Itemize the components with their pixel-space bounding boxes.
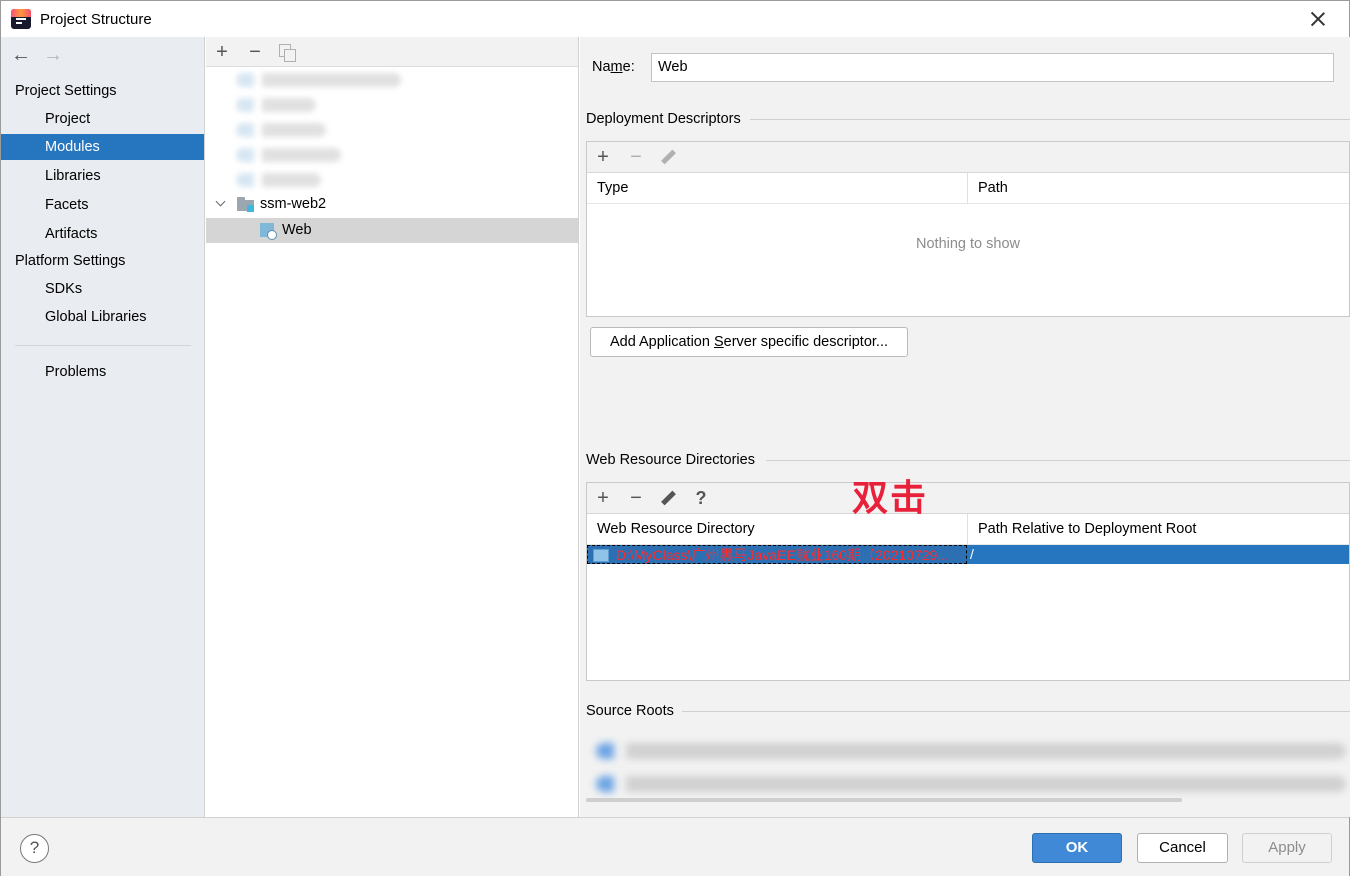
intellij-app-icon (11, 9, 31, 29)
help-icon[interactable]: ? (692, 487, 710, 509)
column-header-type[interactable]: Type (587, 173, 628, 204)
tree-item-web-facet[interactable]: Web (206, 218, 578, 243)
web-resource-directories-heading: Web Resource Directories (586, 452, 763, 468)
copy-icon[interactable] (279, 44, 296, 62)
double-click-annotation: 双击 (852, 477, 929, 518)
chevron-down-icon[interactable] (216, 198, 226, 208)
dialog-footer: ? OK Cancel Apply (1, 817, 1349, 876)
settings-sidebar: ← → Project Settings Project Modules Lib… (1, 37, 205, 817)
group-divider (680, 711, 1350, 712)
group-divider (750, 119, 1350, 120)
relative-path-cell[interactable]: / (970, 545, 974, 564)
sidebar-item-facets[interactable]: Facets (1, 192, 204, 218)
sidebar-item-problems[interactable]: Problems (1, 359, 204, 385)
add-icon[interactable]: + (211, 41, 233, 63)
cancel-button[interactable]: Cancel (1137, 833, 1228, 863)
ok-button[interactable]: OK (1032, 833, 1122, 863)
tree-item-blurred[interactable] (236, 123, 326, 137)
wr-toolbar: + − ? (587, 483, 1349, 514)
add-icon[interactable]: + (592, 487, 614, 509)
source-root-blurred[interactable] (596, 743, 1346, 759)
folder-icon (593, 549, 609, 562)
source-roots-heading: Source Roots (586, 703, 682, 719)
web-resource-directories-table: + − ? Web Resource Directory Path Relati… (586, 482, 1350, 681)
sidebar-item-project[interactable]: Project (1, 106, 204, 132)
column-header-web-resource-directory[interactable]: Web Resource Directory (587, 514, 755, 545)
tree-item-blurred[interactable] (236, 73, 401, 87)
remove-icon[interactable]: − (625, 487, 647, 509)
sidebar-item-libraries[interactable]: Libraries (1, 163, 204, 189)
horizontal-scrollbar[interactable] (586, 798, 1182, 802)
sidebar-item-artifacts[interactable]: Artifacts (1, 221, 204, 247)
sidebar-divider (15, 345, 191, 346)
empty-state-text: Nothing to show (916, 236, 1020, 252)
remove-icon[interactable]: − (625, 146, 647, 168)
project-structure-dialog: Project Structure ← → Project Settings P… (0, 0, 1350, 876)
title-bar: Project Structure (1, 1, 1349, 37)
edit-icon[interactable] (658, 149, 676, 167)
column-header-relative-path[interactable]: Path Relative to Deployment Root (968, 514, 1196, 545)
facet-name: Web (282, 222, 312, 238)
module-folder-icon (237, 197, 255, 212)
window-title: Project Structure (40, 11, 152, 28)
add-server-descriptor-button[interactable]: Add Application Server specific descript… (590, 327, 908, 357)
sidebar-item-sdks[interactable]: SDKs (1, 276, 204, 302)
web-facet-icon (260, 222, 278, 240)
web-facet-details: Name: Web Deployment Descriptors + − Typ… (580, 37, 1350, 817)
dd-table-header: Type Path (587, 173, 1349, 204)
tree-item-module[interactable]: ssm-web2 (206, 192, 578, 217)
sidebar-item-modules[interactable]: Modules (1, 134, 204, 160)
wr-table-header: Web Resource Directory Path Relative to … (587, 514, 1349, 545)
sidebar-item-global-libraries[interactable]: Global Libraries (1, 304, 204, 330)
dd-toolbar: + − (587, 142, 1349, 173)
apply-button[interactable]: Apply (1242, 833, 1332, 863)
platform-settings-heading: Platform Settings (15, 253, 126, 269)
add-icon[interactable]: + (592, 146, 614, 168)
forward-arrow-icon[interactable]: → (43, 45, 63, 65)
edit-icon[interactable] (658, 490, 676, 508)
deployment-descriptors-table: + − Type Path Nothing to show (586, 141, 1350, 317)
help-button[interactable]: ? (20, 834, 49, 863)
tree-item-blurred[interactable] (236, 148, 341, 162)
remove-icon[interactable]: − (244, 41, 266, 63)
source-root-blurred[interactable] (596, 776, 1346, 792)
tree-toolbar: + − (206, 37, 578, 67)
column-header-path[interactable]: Path (968, 173, 1008, 204)
deployment-descriptors-heading: Deployment Descriptors (586, 111, 749, 127)
module-tree-panel: + − ssm-web2 Web (206, 37, 579, 817)
web-resource-directory-path: D:\MyClass\广州黑马JavaEE就业160期（20210729... (616, 547, 950, 563)
table-row[interactable]: D:\MyClass\广州黑马JavaEE就业160期（20210729... … (587, 545, 1349, 564)
project-settings-heading: Project Settings (15, 83, 117, 99)
web-resource-directory-cell[interactable]: D:\MyClass\广州黑马JavaEE就业160期（20210729... (587, 545, 967, 564)
tree-item-blurred[interactable] (236, 173, 321, 187)
module-name: ssm-web2 (260, 196, 327, 212)
close-icon[interactable] (1306, 7, 1330, 31)
name-input[interactable]: Web (651, 53, 1334, 82)
name-label: Name: (592, 59, 635, 75)
tree-item-blurred[interactable] (236, 98, 316, 112)
back-arrow-icon[interactable]: ← (11, 45, 31, 65)
group-divider (766, 460, 1350, 461)
